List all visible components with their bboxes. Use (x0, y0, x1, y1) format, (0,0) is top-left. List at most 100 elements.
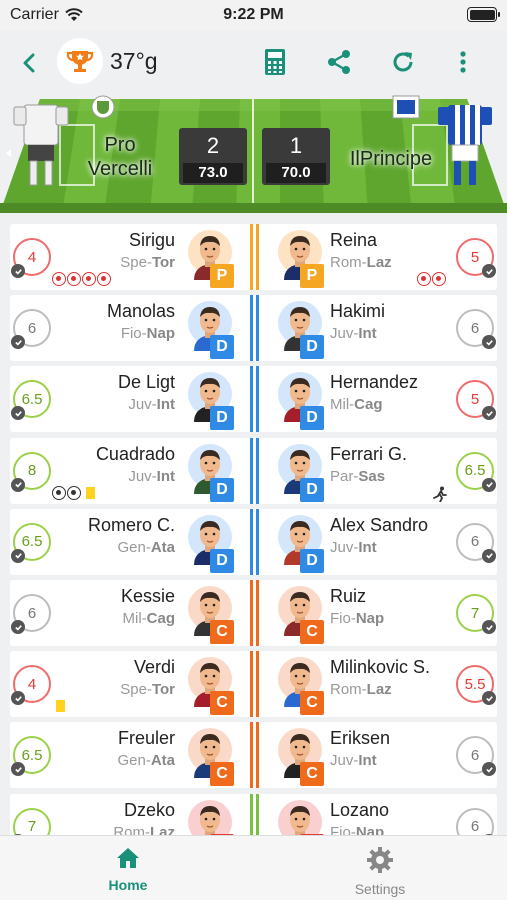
lineup-list[interactable]: 4 Sirigu Spe-Tor P P Reina Rom-Laz 5 6 Manolas Fio… (0, 213, 507, 835)
app-screen: Carrier 9:22 PM 37°g Pro Vercelli 2 73.0… (0, 0, 507, 900)
home-player-avatar: C (182, 655, 234, 716)
gear-icon (367, 847, 393, 873)
check-icon (11, 620, 25, 634)
role-badge: P (300, 264, 324, 288)
home-goals: 2 (206, 133, 220, 158)
away-player-events (433, 486, 447, 505)
away-player-vote: 6 (456, 522, 496, 563)
row-divider (256, 793, 259, 835)
player-row[interactable]: 7 Dzeko Rom-Laz A A Lozano Fio-Nap 6 (10, 793, 497, 835)
role-badge: P (210, 264, 234, 288)
home-player-fixture: Spe-Tor (120, 254, 175, 271)
role-badge: C (300, 762, 324, 787)
goal-ball-icon (432, 272, 446, 286)
row-divider (256, 508, 259, 575)
home-player-name: Romero C. (87, 514, 175, 535)
player-row[interactable]: 6.5 Romero C. Gen-Ata D D Alex Sandro Juv-Int 6 (10, 508, 497, 575)
player-row[interactable]: 6 Kessie Mil-Cag C C Ruiz Fio-Nap 7 (10, 580, 497, 646)
check-icon (482, 691, 496, 706)
away-player-avatar: C (272, 584, 324, 644)
away-player-vote: 5 (456, 380, 496, 421)
home-team-name[interactable]: Pro Vercelli (80, 133, 160, 181)
more-options-button[interactable] (448, 45, 478, 79)
role-badge: D (210, 406, 234, 431)
check-icon (482, 477, 496, 492)
role-badge: D (300, 406, 324, 431)
player-row[interactable]: 4 Sirigu Spe-Tor P P Reina Rom-Laz 5 (10, 224, 497, 290)
away-player-vote: 6 (456, 309, 496, 350)
goal-ball-icon (67, 272, 81, 286)
home-player-vote: 4 (11, 665, 51, 706)
back-icon (23, 53, 35, 73)
tab-home[interactable]: Home (68, 846, 188, 893)
home-player-avatar: D (182, 442, 234, 502)
role-badge: C (210, 691, 234, 716)
tab-settings-label: Settings (354, 881, 406, 897)
away-player-name: Ferrari G. (330, 443, 408, 464)
player-row[interactable]: 6.5 De Ligt Juv-Int D D Hernandez Mil-Cag 5 (10, 366, 497, 433)
home-player-vote: 6 (11, 309, 51, 350)
refresh-button[interactable] (386, 45, 420, 79)
check-icon (482, 335, 496, 350)
share-icon (328, 50, 350, 74)
away-player-avatar: D (272, 513, 324, 573)
home-player-name: De Ligt (117, 372, 175, 393)
player-row[interactable]: 6.5 Freuler Gen-Ata C C Eriksen Juv-Int 6 (10, 722, 497, 789)
role-badge: C (300, 620, 324, 644)
calculator-button[interactable] (260, 45, 290, 79)
tab-settings[interactable]: Settings (320, 846, 440, 897)
home-player-name: Dzeko (123, 799, 175, 820)
role-badge: D (300, 335, 324, 360)
row-divider (250, 295, 253, 362)
away-player-name: Alex Sandro (330, 514, 429, 535)
home-player-name: Cuadrado (95, 443, 175, 464)
away-player-name: Hakimi (330, 301, 386, 322)
row-divider (256, 366, 259, 433)
player-row[interactable]: 6 Manolas Fio-Nap D D Hakimi Juv-Int 6 (10, 295, 497, 362)
share-button[interactable] (322, 45, 356, 79)
role-badge: C (210, 620, 234, 644)
player-row[interactable]: 8 Cuadrado Juv-Int D D Ferrari G. Par-Sas 6.5 (10, 437, 497, 505)
home-points: 73.0 (183, 163, 243, 183)
role-badge: D (210, 335, 234, 360)
row-divider (256, 651, 259, 718)
home-icon (117, 848, 139, 868)
away-player-fixture: Par-Sas (330, 467, 386, 485)
row-divider (256, 295, 259, 362)
away-player-avatar: D (272, 442, 324, 502)
row-divider (250, 366, 253, 433)
away-points: 70.0 (266, 163, 326, 183)
row-divider (250, 224, 253, 290)
away-player-name: Reina (330, 230, 378, 250)
trophy-icon (66, 51, 94, 72)
away-player-fixture: Juv-Int (330, 752, 377, 770)
check-icon (11, 335, 25, 350)
goal-ball-icon (67, 485, 81, 500)
home-player-vote: 7 (11, 807, 51, 835)
tab-home-label: Home (108, 877, 148, 893)
back-button[interactable] (14, 48, 44, 78)
role-badge: C (300, 691, 324, 716)
match-header: Pro Vercelli 2 73.0 1 70.0 IlPrincipe (0, 95, 507, 213)
away-player-avatar: D (272, 370, 324, 431)
status-time: 9:22 PM (223, 6, 284, 23)
home-player-name: Verdi (133, 657, 175, 678)
home-player-fixture: Juv-Int (128, 396, 175, 414)
tab-bar: Home Settings (0, 835, 507, 900)
away-player-avatar: C (272, 655, 324, 716)
home-player-events (52, 485, 95, 503)
home-player-avatar: C (182, 726, 234, 787)
trophy-button[interactable] (57, 38, 103, 84)
home-player-fixture: Rom-Laz (113, 823, 175, 835)
away-team-name[interactable]: IlPrincipe (338, 147, 444, 171)
home-player-vote: 6.5 (11, 736, 51, 777)
away-player-name: Lozano (330, 799, 390, 820)
away-player-vote: 6 (456, 736, 496, 777)
goal-ball-icon (82, 272, 96, 286)
refresh-icon (393, 52, 413, 72)
away-player-avatar: D (272, 299, 324, 360)
away-player-fixture: Rom-Laz (330, 254, 392, 271)
player-row[interactable]: 4 Verdi Spe-Tor C C Milinkovic S. Rom-Laz 5.5 (10, 651, 497, 718)
row-divider (250, 722, 253, 789)
home-player-name: Kessie (120, 586, 175, 606)
